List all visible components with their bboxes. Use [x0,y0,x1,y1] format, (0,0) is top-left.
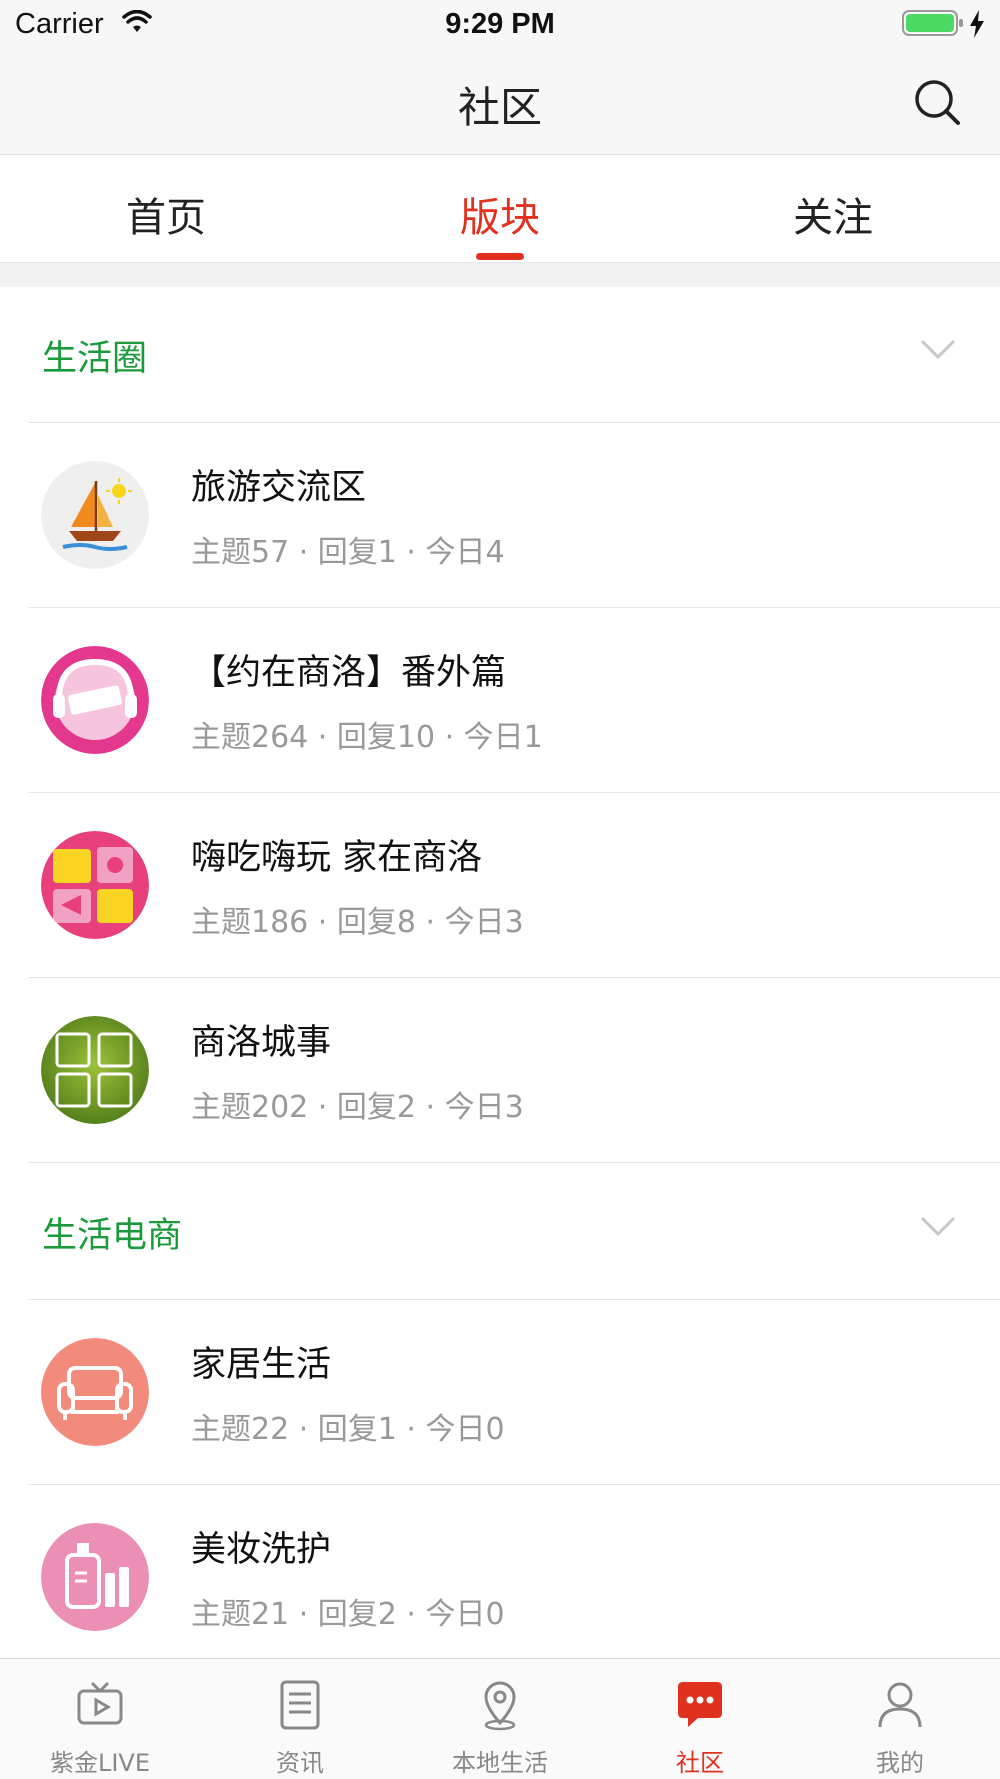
sofa-icon [41,1338,149,1446]
chevron-down-icon[interactable] [920,1215,956,1237]
forum-item[interactable]: 嗨吃嗨玩 家在商洛 主题186 · 回复8 · 今日3 [28,793,1000,978]
tabbar-item-me[interactable]: 我的 [800,1659,1000,1779]
tabbar-label: 社区 [676,1749,724,1777]
section-header-life-circle[interactable]: 生活圈 [28,286,1000,423]
forum-item[interactable]: 美妆洗护 主题21 · 回复2 · 今日0 [28,1485,1000,1670]
section-header-life-ecommerce[interactable]: 生活电商 [28,1163,1000,1300]
bottom-tab-bar: 紫金LIVE 资讯 本地生活 社区 我的 [0,1658,1000,1779]
forum-name: 嗨吃嗨玩 家在商洛 [191,838,483,878]
forum-stats: 主题22 · 回复1 · 今日0 [191,1412,505,1447]
forum-stats: 主题57 · 回复1 · 今日4 [191,535,505,570]
battery-icon [902,10,963,36]
forum-name: 家居生活 [191,1345,332,1385]
user-icon [878,1682,922,1728]
tabbar-label: 资讯 [276,1749,324,1777]
forum-name: 美妆洗护 [191,1530,332,1570]
navigation-bar: 社区 [0,50,1000,155]
tabbar-label: 紫金LIVE [49,1749,151,1777]
status-bar: Carrier 9:29 PM [0,0,1000,50]
news-icon [280,1680,320,1730]
forum-stats: 主题186 · 回复8 · 今日3 [191,905,524,940]
section-divider [0,262,1000,287]
shangluo-chengshi-logo [41,1016,149,1124]
yue-zai-shangluo-logo [41,646,149,754]
forum-item[interactable]: 商洛城事 主题202 · 回复2 · 今日3 [28,978,1000,1163]
forum-name: 旅游交流区 [191,468,367,508]
tv-icon [77,1681,123,1725]
sailboat-icon [41,461,149,569]
section-title: 生活电商 [42,1216,183,1256]
section-title: 生活圈 [42,339,148,379]
tabbar-item-local-life[interactable]: 本地生活 [400,1659,600,1779]
location-pin-icon [484,1681,516,1731]
tab-following[interactable]: 关注 [733,185,933,243]
tab-boards[interactable]: 版块 [400,185,600,243]
search-icon[interactable] [913,78,963,128]
tabbar-item-live[interactable]: 紫金LIVE [0,1659,200,1779]
charging-bolt-icon [970,10,984,38]
page-title: 社区 [457,83,542,132]
tabbar-item-community[interactable]: 社区 [600,1659,800,1779]
cosmetics-icon [41,1523,149,1631]
chat-bubble-icon [678,1682,722,1727]
tabbar-label: 本地生活 [452,1749,548,1777]
forum-name: 【约在商洛】番外篇 [191,653,507,693]
chevron-down-icon[interactable] [920,338,956,360]
forum-stats: 主题202 · 回复2 · 今日3 [191,1090,524,1125]
forum-item[interactable]: 【约在商洛】番外篇 主题264 · 回复10 · 今日1 [28,608,1000,793]
chi-he-wan-le-logo [41,831,149,939]
forum-list: 生活圈 旅游交流区 主题57 · 回复1 · 今日4 【约在商洛】番外篇 主题2… [0,286,1000,1670]
tab-home[interactable]: 首页 [66,185,266,243]
tabbar-label: 我的 [876,1749,924,1777]
forum-stats: 主题264 · 回复10 · 今日1 [191,720,543,755]
forum-stats: 主题21 · 回复2 · 今日0 [191,1597,505,1632]
clock: 9:29 PM [445,8,555,40]
active-tab-indicator [476,253,524,260]
forum-item[interactable]: 旅游交流区 主题57 · 回复1 · 今日4 [28,423,1000,608]
forum-name: 商洛城事 [191,1023,332,1063]
tabbar-item-news[interactable]: 资讯 [200,1659,400,1779]
segment-tabs: 首页 版块 关注 [0,155,1000,261]
forum-item[interactable]: 家居生活 主题22 · 回复1 · 今日0 [28,1300,1000,1485]
